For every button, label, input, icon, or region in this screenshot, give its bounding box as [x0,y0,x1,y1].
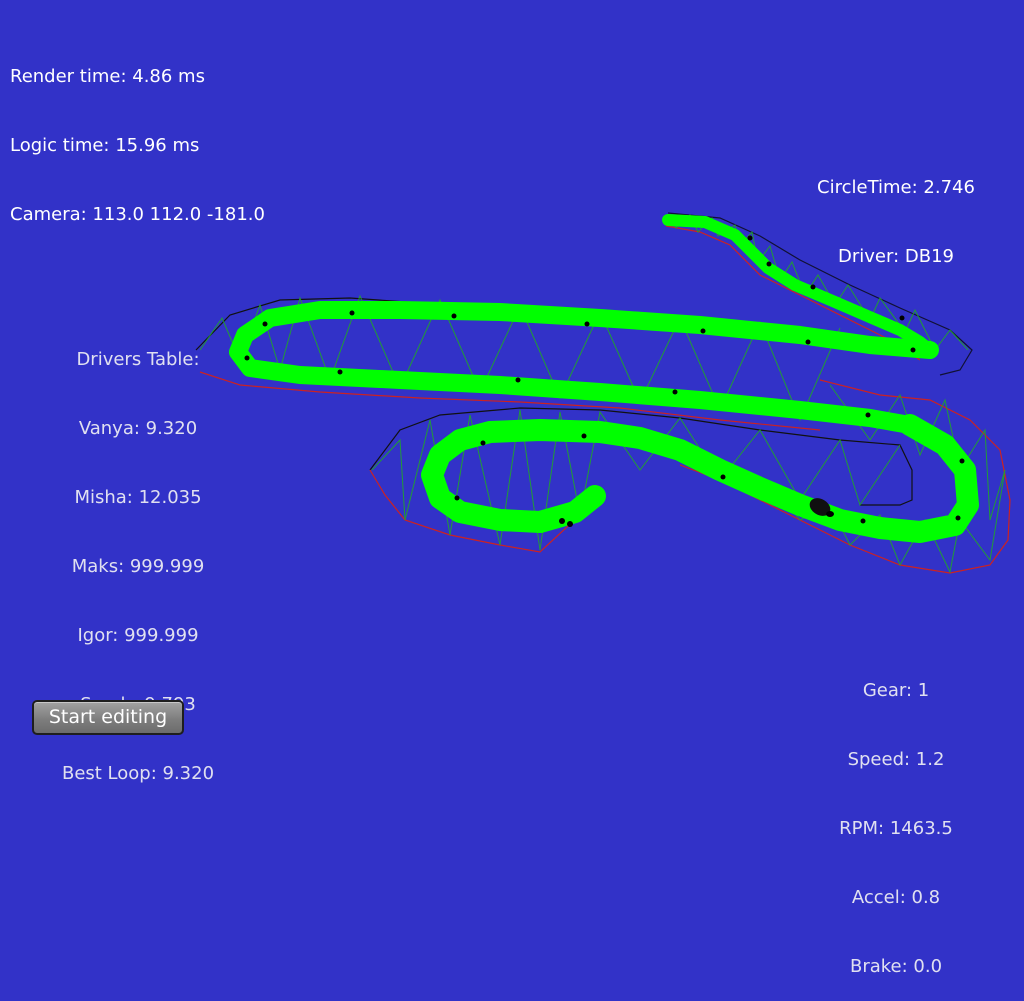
debug-hud: Render time: 4.86 ms Logic time: 15.96 m… [10,19,265,249]
driver-entry: Maks: 999.999 [71,556,205,577]
drivers-table-title: Drivers Table: [76,349,200,370]
driver-entry: Vanya: 9.320 [78,418,198,439]
best-loop-label: Best Loop: 9.320 [61,763,215,784]
camera-position-label: Camera: 113.0 112.0 -181.0 [10,204,265,225]
render-time-label: Render time: 4.86 ms [10,66,205,87]
logic-time-label: Logic time: 15.96 ms [10,135,200,156]
driver-entry: Igor: 999.999 [77,625,199,646]
rpm-label: RPM: 1463.5 [839,818,953,839]
driver-entry: Misha: 12.035 [74,487,202,508]
circle-time-label: CircleTime: 2.746 [817,177,975,198]
lap-hud: CircleTime: 2.746 Driver: DB19 [796,130,996,291]
start-editing-button[interactable]: Start editing [32,700,184,735]
car-telemetry-hud: Gear: 1 Speed: 1.2 RPM: 1463.5 Accel: 0.… [826,633,966,1001]
accel-label: Accel: 0.8 [851,887,941,908]
driver-label: Driver: DB19 [838,246,954,267]
brake-label: Brake: 0.0 [849,956,943,977]
gear-label: Gear: 1 [862,680,930,701]
